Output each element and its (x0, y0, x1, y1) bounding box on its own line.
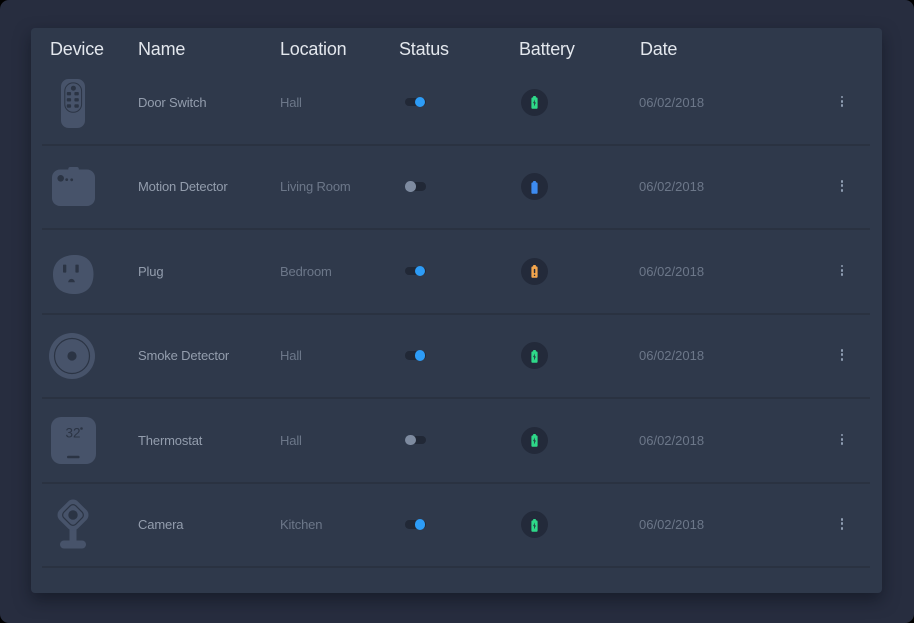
svg-text:32: 32 (65, 425, 80, 440)
